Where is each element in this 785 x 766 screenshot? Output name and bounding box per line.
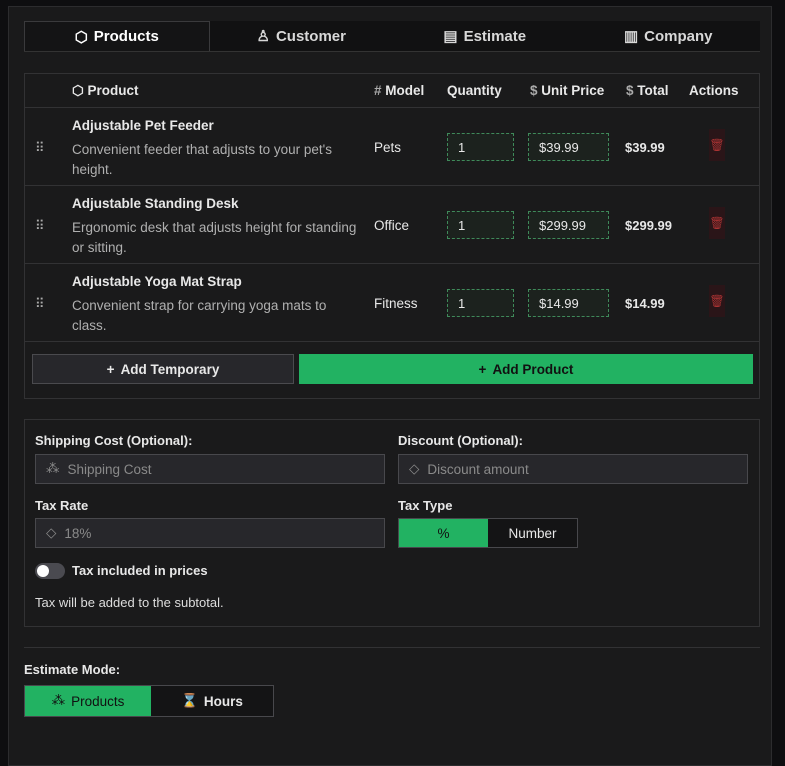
products-table: ⬡ Product # Model Quantity $ Unit Price … [24, 73, 760, 399]
table-row: ⠿ Adjustable Standing Desk Ergonomic des… [25, 186, 759, 264]
user-icon: ♙ [256, 28, 270, 45]
add-temporary-button[interactable]: + Add Temporary [32, 354, 294, 384]
tax-note: Tax will be added to the subtotal. [35, 595, 224, 610]
tax-included-toggle[interactable] [35, 563, 65, 579]
tab-estimate[interactable]: ▤ Estimate [393, 21, 577, 51]
plus-icon: + [106, 361, 115, 377]
hourglass-icon: ⌛ [181, 693, 198, 708]
row-total: $299.99 [625, 218, 672, 233]
tax-included-label: Tax included in prices [72, 563, 208, 578]
drag-handle-icon[interactable]: ⠿ [35, 140, 45, 156]
unit-price-input[interactable]: $299.99 [528, 211, 609, 239]
dollar-icon: $ [626, 83, 638, 98]
box-icon: ⬡ [72, 83, 88, 98]
estimate-mode-label: Estimate Mode: [24, 662, 121, 677]
estimate-mode-toggle: ⁂ Products ⌛ Hours [24, 685, 274, 717]
box-icon: ⬡ [74, 28, 88, 46]
product-model: Office [374, 218, 410, 233]
delete-icon[interactable]: 🗑 [709, 207, 725, 239]
unit-price-input[interactable]: $14.99 [528, 289, 609, 317]
tax-type-number[interactable]: Number [488, 519, 577, 547]
shipping-input[interactable]: ⁂ Shipping Cost [35, 454, 385, 484]
tax-type-label: Tax Type [398, 498, 453, 513]
unit-price-input[interactable]: $39.99 [528, 133, 609, 161]
discount-label: Discount (Optional): [398, 433, 523, 448]
tax-type-percent[interactable]: % [399, 519, 488, 547]
mode-products[interactable]: ⁂ Products [25, 686, 151, 716]
tab-bar: ⬡ Products ♙ Customer ▤ Estimate ▥ Company [24, 21, 760, 52]
header-actions: Actions [689, 83, 739, 98]
table-row: ⠿ Adjustable Pet Feeder Convenient feede… [25, 108, 759, 186]
tab-products[interactable]: ⬡ Products [24, 21, 210, 51]
product-name: Adjustable Yoga Mat Strap [72, 274, 242, 289]
header-unit-price: $ Unit Price [530, 83, 605, 98]
tax-rate-label: Tax Rate [35, 498, 89, 513]
table-row: ⠿ Adjustable Yoga Mat Strap Convenient s… [25, 264, 759, 342]
product-description: Convenient strap for carrying yoga mats … [72, 298, 327, 333]
product-description: Convenient feeder that adjusts to your p… [72, 142, 332, 177]
header-model: # Model [374, 83, 425, 98]
table-header: ⬡ Product # Model Quantity $ Unit Price … [25, 74, 759, 108]
discount-input[interactable]: ◇ Discount amount [398, 454, 748, 484]
row-total: $39.99 [625, 140, 665, 155]
plus-icon: + [478, 361, 487, 377]
tab-company[interactable]: ▥ Company [577, 21, 761, 51]
hash-icon: # [374, 83, 386, 98]
delete-icon[interactable]: 🗑 [709, 285, 725, 317]
quantity-input[interactable]: 1 [447, 133, 514, 161]
boxes-icon: ⁂ [51, 693, 66, 708]
delete-icon[interactable]: 🗑 [709, 129, 725, 161]
tax-rate-input[interactable]: ◇ 18% [35, 518, 385, 548]
product-name: Adjustable Pet Feeder [72, 118, 214, 133]
estimate-panel: ⬡ Products ♙ Customer ▤ Estimate ▥ Company ⬡… [8, 6, 772, 766]
row-total: $14.99 [625, 296, 665, 311]
drag-handle-icon[interactable]: ⠿ [35, 218, 45, 234]
product-description: Ergonomic desk that adjusts height for s… [72, 220, 357, 255]
drag-handle-icon[interactable]: ⠿ [35, 296, 45, 312]
quantity-input[interactable]: 1 [447, 211, 514, 239]
product-name: Adjustable Standing Desk [72, 196, 239, 211]
mode-hours[interactable]: ⌛ Hours [151, 686, 273, 716]
add-product-button[interactable]: + Add Product [299, 354, 753, 384]
product-model: Fitness [374, 296, 418, 311]
pricing-settings: Shipping Cost (Optional): ⁂ Shipping Cost… [24, 419, 760, 627]
product-model: Pets [374, 140, 402, 155]
header-product: ⬡ Product [72, 83, 139, 98]
header-total: $ Total [626, 83, 669, 98]
quantity-input[interactable]: 1 [447, 289, 514, 317]
divider [24, 647, 760, 648]
shipping-label: Shipping Cost (Optional): [35, 433, 193, 448]
document-icon: ▤ [443, 28, 458, 45]
dollar-icon: $ [530, 83, 542, 98]
boxes-icon: ⁂ [46, 461, 60, 476]
tax-type-toggle: % Number [398, 518, 578, 548]
tag-icon: ◇ [409, 461, 420, 476]
tab-customer[interactable]: ♙ Customer [210, 21, 394, 51]
tag-icon: ◇ [46, 525, 57, 540]
header-quantity: Quantity [447, 83, 502, 98]
building-icon: ▥ [623, 28, 639, 45]
